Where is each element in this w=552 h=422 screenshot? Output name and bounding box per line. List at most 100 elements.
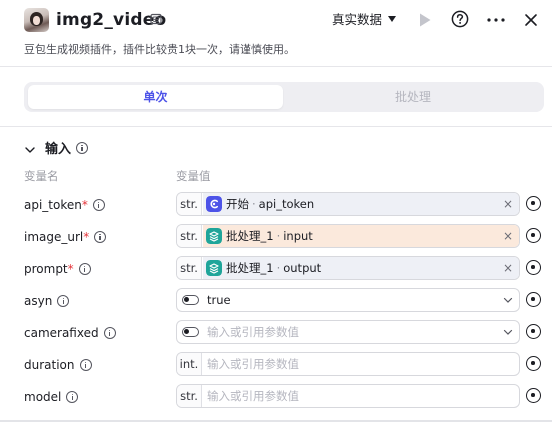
node-header: img2_video 真实数据 [0, 0, 552, 40]
toggle-icon [182, 295, 199, 305]
section-title: 输入 [45, 140, 89, 160]
param-value-select[interactable]: true [176, 288, 520, 312]
variable-select-icon[interactable] [526, 260, 541, 275]
type-tag: str. [177, 385, 202, 407]
reference-field: api_token [258, 197, 315, 211]
variable-select-icon[interactable] [526, 196, 541, 211]
type-tag: str. [177, 257, 202, 279]
column-header-name: 变量名 [24, 169, 59, 183]
required-marker: * [67, 262, 74, 276]
param-row-asyn: asyn true [0, 288, 552, 314]
batch-icon [206, 228, 222, 244]
section-title-text: 输入 [45, 142, 72, 157]
param-value-field[interactable]: str. 开始 · api_token × [176, 192, 520, 216]
param-name: camerafixed [24, 326, 99, 340]
variable-select-icon[interactable] [526, 324, 541, 339]
param-label: asyn [24, 292, 70, 310]
separator-dot: · [252, 197, 256, 211]
tab-batch[interactable]: 批处理 [286, 85, 540, 109]
reference-source: 批处理_1 [226, 261, 274, 275]
param-label: duration [24, 356, 92, 374]
toggle-icon [182, 327, 199, 337]
info-icon[interactable] [103, 327, 116, 339]
param-row-camerafixed: camerafixed 输入或引用参数值 [0, 320, 552, 346]
param-row-image-url: image_url* str. 批处理_1 · input × [0, 224, 552, 250]
input-placeholder: 输入或引用参数值 [207, 357, 299, 371]
reference-source: 开始 [226, 197, 249, 211]
divider [0, 126, 552, 127]
reference-text: 批处理_1 · input [226, 225, 313, 247]
required-marker: * [83, 230, 90, 244]
run-mode-label: 真实数据 [332, 12, 383, 27]
type-tag: int. [177, 353, 202, 375]
column-header-value: 变量值 [176, 169, 211, 183]
param-value-input[interactable]: str. 输入或引用参数值 [176, 384, 520, 408]
separator-dot: · [276, 261, 281, 275]
param-label: camerafixed [24, 324, 116, 342]
param-value-field[interactable]: str. 批处理_1 · input × [176, 224, 520, 248]
reference-field: input [283, 229, 313, 243]
plugin-avatar [24, 8, 49, 32]
chevron-down-icon[interactable] [24, 144, 36, 156]
param-row-duration: duration int. 输入或引用参数值 [0, 352, 552, 378]
play-icon[interactable] [418, 12, 432, 28]
param-row-model: model str. 输入或引用参数值 [0, 384, 552, 410]
param-label: prompt* [24, 260, 91, 278]
reference-source: 批处理_1 [226, 229, 274, 243]
type-tag: str. [177, 193, 202, 215]
batch-icon [206, 260, 222, 276]
variable-select-icon[interactable] [526, 388, 541, 403]
chevron-down-icon[interactable] [503, 295, 513, 305]
param-name: asyn [24, 294, 53, 308]
reference-text: 开始 · api_token [226, 193, 314, 215]
param-name: image_url [24, 230, 84, 244]
param-row-prompt: prompt* str. 批处理_1 · output × [0, 256, 552, 282]
param-label: image_url* [24, 228, 107, 246]
chevron-down-icon[interactable] [503, 327, 513, 337]
reference-text: 批处理_1 · output [226, 257, 321, 279]
param-name: model [24, 390, 62, 404]
param-label: api_token* [24, 196, 105, 214]
info-icon[interactable] [57, 295, 70, 307]
info-icon[interactable] [76, 142, 89, 154]
input-placeholder: 输入或引用参数值 [207, 389, 299, 403]
clear-icon[interactable]: × [503, 257, 513, 279]
select-value: true [207, 293, 231, 307]
param-value-field[interactable]: str. 批处理_1 · output × [176, 256, 520, 280]
caret-down-icon [388, 16, 397, 22]
reference-chip[interactable]: 批处理_1 · output × [203, 257, 519, 279]
reference-chip[interactable]: 开始 · api_token × [203, 193, 519, 215]
clear-icon[interactable]: × [503, 193, 513, 215]
info-icon[interactable] [66, 391, 79, 403]
more-options-icon[interactable] [486, 12, 506, 28]
variable-select-icon[interactable] [526, 356, 541, 371]
reference-chip[interactable]: 批处理_1 · input × [203, 225, 519, 247]
run-mode-dropdown[interactable]: 真实数据 [332, 10, 397, 30]
variable-select-icon[interactable] [526, 228, 541, 243]
variable-select-icon[interactable] [526, 292, 541, 307]
param-name: prompt [24, 262, 68, 276]
param-value-input[interactable]: int. 输入或引用参数值 [176, 352, 520, 376]
node-description: 豆包生成视频插件，插件比较贵1块一次，请谨慎使用。 [24, 43, 295, 56]
param-label: model [24, 388, 79, 406]
info-icon[interactable] [94, 231, 107, 243]
info-icon[interactable] [79, 359, 92, 371]
param-name: api_token [24, 198, 82, 212]
help-icon[interactable] [451, 10, 469, 28]
param-row-api-token: api_token* str. 开始 · api_token × [0, 192, 552, 218]
required-marker: * [81, 198, 88, 212]
reference-field: output [283, 261, 322, 275]
tab-single[interactable]: 单次 [28, 85, 283, 109]
clear-icon[interactable]: × [503, 225, 513, 247]
info-icon[interactable] [78, 263, 91, 275]
plugin-badge-icon [150, 13, 162, 25]
info-icon[interactable] [92, 199, 105, 211]
divider [0, 66, 552, 67]
mode-tabs: 单次 批处理 [24, 82, 544, 112]
param-name: duration [24, 358, 75, 372]
select-placeholder: 输入或引用参数值 [207, 325, 299, 339]
separator-dot: · [276, 229, 281, 243]
close-icon[interactable] [523, 12, 539, 28]
type-tag: str. [177, 225, 202, 247]
param-value-select[interactable]: 输入或引用参数值 [176, 320, 520, 344]
